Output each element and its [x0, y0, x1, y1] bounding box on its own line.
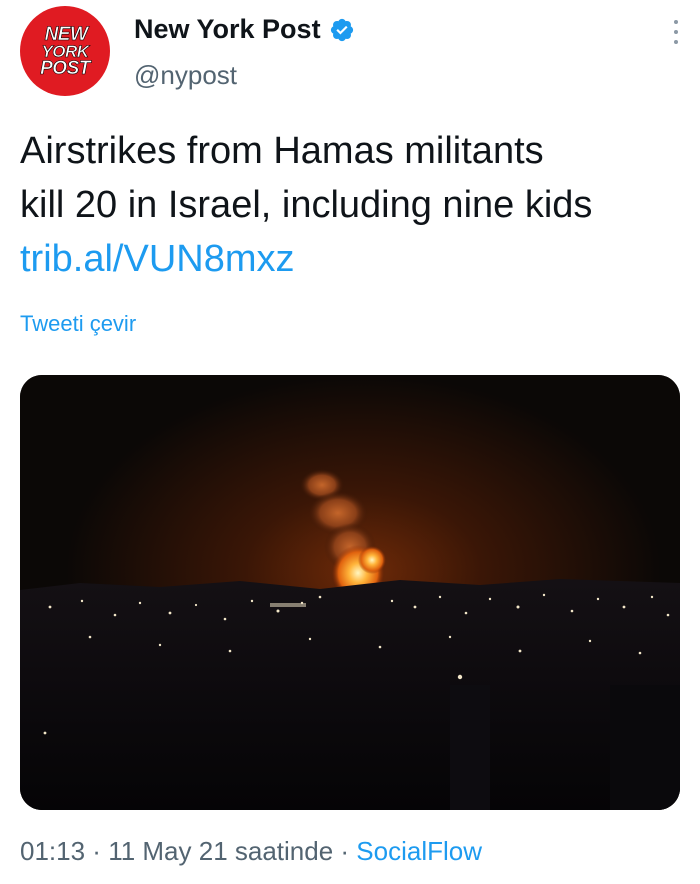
- night-explosion-photo: [20, 375, 680, 810]
- tweet-text-line: kill 20 in Israel, including nine kids: [20, 184, 593, 226]
- separator: ·: [85, 836, 109, 866]
- translate-button[interactable]: Tweeti çevir: [20, 311, 136, 337]
- more-options-icon[interactable]: [672, 20, 680, 44]
- tweet-date[interactable]: 11 May 21 saatinde: [108, 836, 333, 866]
- avatar-logo-text: YORK: [41, 41, 89, 61]
- display-name[interactable]: New York Post: [134, 14, 321, 45]
- tweet-time[interactable]: 01:13: [20, 836, 85, 866]
- tweet-media-image[interactable]: [20, 375, 680, 810]
- separator: ·: [333, 836, 357, 866]
- tweet-meta: 01:13 · 11 May 21 saatinde · SocialFlow: [20, 836, 482, 867]
- avatar-logo-text: POST: [40, 57, 91, 79]
- tweet-text-line: Airstrikes from Hamas militants: [20, 130, 544, 172]
- avatar[interactable]: NEW YORK POST: [20, 6, 110, 96]
- tweet-source[interactable]: SocialFlow: [356, 836, 482, 866]
- dot: [674, 30, 678, 34]
- handle[interactable]: @nypost: [134, 60, 237, 91]
- dot: [674, 40, 678, 44]
- tweet[interactable]: NEW YORK POST New York Post @nypost Airs…: [0, 0, 700, 884]
- tweet-link[interactable]: trib.al/VUN8mxz: [20, 232, 680, 286]
- avatar-logo-text: NEW: [44, 23, 88, 45]
- dot: [674, 20, 678, 24]
- author-name-row[interactable]: New York Post: [134, 14, 355, 45]
- verified-badge-icon: [330, 18, 353, 41]
- tweet-text: Airstrikes from Hamas militants kill 20 …: [20, 124, 680, 286]
